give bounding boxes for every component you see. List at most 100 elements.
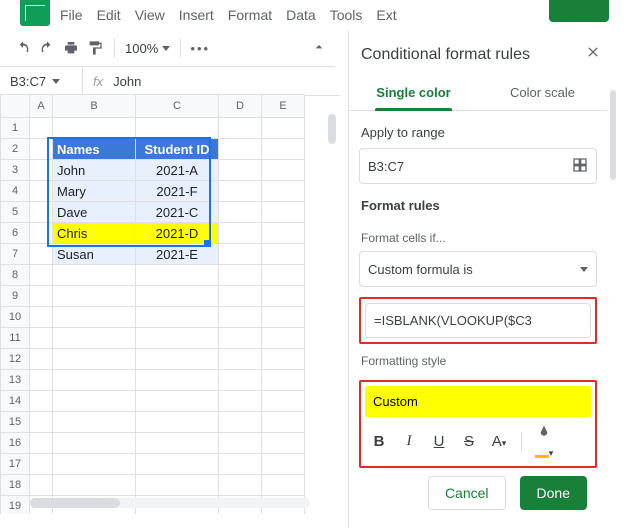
condition-select[interactable]: Custom formula is: [359, 251, 597, 287]
tab-color-scale[interactable]: Color scale: [478, 77, 607, 110]
cell[interactable]: [219, 223, 262, 244]
cell[interactable]: [53, 307, 136, 328]
row-header[interactable]: 16: [1, 433, 30, 454]
selection-handle[interactable]: [204, 240, 210, 246]
cell[interactable]: [219, 433, 262, 454]
cell[interactable]: [53, 328, 136, 349]
cell[interactable]: Names: [53, 139, 136, 160]
col-header[interactable]: C: [136, 95, 219, 118]
col-header[interactable]: D: [219, 95, 262, 118]
row-header[interactable]: 12: [1, 349, 30, 370]
cell[interactable]: [30, 223, 53, 244]
cell[interactable]: [30, 265, 53, 286]
cell[interactable]: [262, 475, 305, 496]
cell[interactable]: Susan: [53, 244, 136, 265]
cell[interactable]: [30, 286, 53, 307]
cell[interactable]: [262, 223, 305, 244]
cell[interactable]: [136, 328, 219, 349]
cell[interactable]: [136, 454, 219, 475]
cell[interactable]: [219, 349, 262, 370]
bold-button[interactable]: B: [369, 433, 389, 450]
row-header[interactable]: 1: [1, 118, 30, 139]
cell[interactable]: [30, 181, 53, 202]
cell[interactable]: [30, 454, 53, 475]
paint-format-icon[interactable]: [86, 39, 104, 57]
cell[interactable]: [219, 118, 262, 139]
spreadsheet-grid[interactable]: ABCDE12NamesStudent ID3John2021-A4Mary20…: [0, 94, 340, 514]
cell[interactable]: 2021-E: [136, 244, 219, 265]
share-button[interactable]: [549, 0, 609, 22]
menu-data[interactable]: Data: [286, 7, 316, 23]
cell[interactable]: Mary: [53, 181, 136, 202]
cell[interactable]: [53, 286, 136, 307]
row-header[interactable]: 7: [1, 244, 30, 265]
cell[interactable]: [262, 433, 305, 454]
row-header[interactable]: 11: [1, 328, 30, 349]
row-header[interactable]: 10: [1, 307, 30, 328]
menu-tools[interactable]: Tools: [330, 7, 363, 23]
cell[interactable]: [53, 475, 136, 496]
cell[interactable]: [30, 412, 53, 433]
strikethrough-button[interactable]: S: [459, 433, 479, 450]
col-header[interactable]: B: [53, 95, 136, 118]
cell[interactable]: [262, 370, 305, 391]
more-icon[interactable]: •••: [191, 39, 209, 57]
cell[interactable]: [219, 244, 262, 265]
cell[interactable]: [53, 433, 136, 454]
cell[interactable]: [136, 475, 219, 496]
cell[interactable]: [136, 412, 219, 433]
horizontal-scrollbar[interactable]: [30, 498, 310, 508]
cell[interactable]: 2021-A: [136, 160, 219, 181]
done-button[interactable]: Done: [520, 476, 587, 510]
cell[interactable]: [262, 454, 305, 475]
cell[interactable]: [219, 370, 262, 391]
menu-format[interactable]: Format: [228, 7, 272, 23]
cell[interactable]: [219, 181, 262, 202]
cell[interactable]: [219, 412, 262, 433]
cell[interactable]: [53, 118, 136, 139]
cell[interactable]: [219, 454, 262, 475]
cell[interactable]: [30, 244, 53, 265]
col-header[interactable]: E: [262, 95, 305, 118]
cell[interactable]: [219, 160, 262, 181]
cell[interactable]: [136, 286, 219, 307]
menu-file[interactable]: File: [60, 7, 83, 23]
cell[interactable]: [136, 118, 219, 139]
row-header[interactable]: 5: [1, 202, 30, 223]
cell[interactable]: Chris: [53, 223, 136, 244]
cell[interactable]: [219, 391, 262, 412]
row-header[interactable]: 4: [1, 181, 30, 202]
cell[interactable]: [136, 307, 219, 328]
cell[interactable]: [262, 118, 305, 139]
text-color-button[interactable]: A▾: [489, 433, 509, 450]
zoom-select[interactable]: 100%: [125, 41, 170, 56]
cell[interactable]: [262, 181, 305, 202]
cell[interactable]: [136, 370, 219, 391]
cell[interactable]: [30, 433, 53, 454]
cell[interactable]: [262, 202, 305, 223]
cell[interactable]: Student ID: [136, 139, 219, 160]
close-icon[interactable]: [585, 44, 601, 65]
underline-button[interactable]: U: [429, 433, 449, 450]
cell[interactable]: [262, 349, 305, 370]
cell[interactable]: [53, 454, 136, 475]
cell[interactable]: [53, 349, 136, 370]
cell[interactable]: 2021-F: [136, 181, 219, 202]
select-range-icon[interactable]: [572, 157, 588, 176]
italic-button[interactable]: I: [399, 433, 419, 450]
cell[interactable]: 2021-C: [136, 202, 219, 223]
cell[interactable]: [219, 265, 262, 286]
cell[interactable]: John: [53, 160, 136, 181]
cell[interactable]: [30, 391, 53, 412]
collapse-toolbar-icon[interactable]: [310, 38, 328, 56]
cell[interactable]: [53, 265, 136, 286]
menu-ext[interactable]: Ext: [376, 7, 396, 23]
row-header[interactable]: 3: [1, 160, 30, 181]
apply-to-range-input[interactable]: B3:C7: [359, 148, 597, 184]
cell[interactable]: [219, 307, 262, 328]
panel-scrollbar[interactable]: [609, 90, 617, 390]
menu-edit[interactable]: Edit: [97, 7, 121, 23]
cell[interactable]: [262, 139, 305, 160]
cell[interactable]: Dave: [53, 202, 136, 223]
cell[interactable]: [136, 391, 219, 412]
